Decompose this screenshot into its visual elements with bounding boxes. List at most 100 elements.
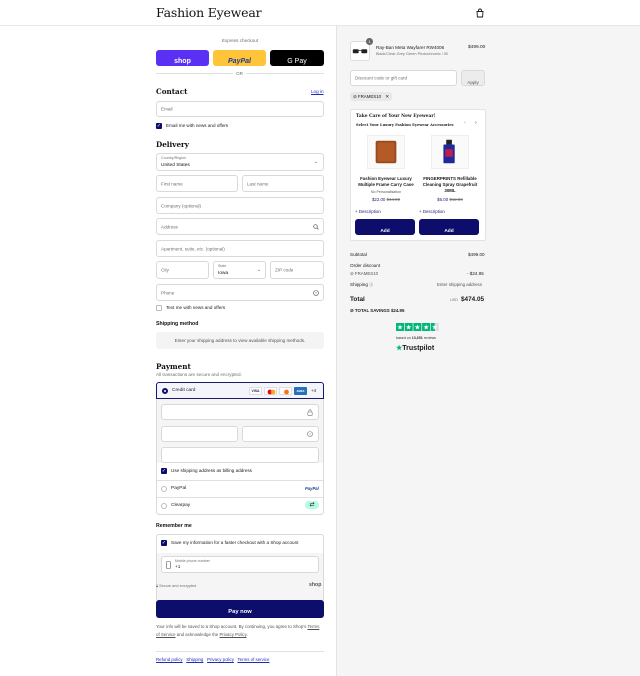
apartment-field[interactable]: Apartment, suite, etc. (optional) (156, 240, 324, 257)
cleaning-spray-image (431, 135, 469, 169)
mobile-phone-icon (166, 561, 171, 569)
mobile-phone-field[interactable]: Mobile phone number +1 (161, 556, 319, 573)
shop-pay-button[interactable]: shop (156, 50, 209, 66)
upsell-item-name: FINGERPRINTS Refillable Cleaning Spray G… (422, 176, 478, 193)
upsell-title: Take Care of Your New Eyewear! (356, 114, 436, 119)
country-select[interactable]: Country/Region United States ⌄ (156, 153, 324, 171)
state-select[interactable]: State Iowa ⌄ (213, 261, 266, 279)
more-cards-count: +4 (311, 388, 317, 393)
help-icon[interactable]: ? (313, 290, 319, 296)
terms-of-service-link[interactable]: Terms of service (237, 657, 269, 662)
order-discount-label: Order discount (350, 263, 381, 268)
svg-text:★: ★ (432, 324, 438, 331)
shopping-bag-icon[interactable] (475, 8, 485, 18)
company-field[interactable]: Company (optional) (156, 197, 324, 214)
billing-checkbox[interactable]: ✓ (161, 468, 167, 474)
payment-heading: Payment (156, 362, 191, 371)
upsell-item-variant: No Personalisation (370, 190, 402, 194)
apply-button[interactable]: Apply (461, 70, 485, 86)
text-offers-checkbox[interactable] (156, 305, 162, 311)
description-toggle[interactable]: + Description (419, 209, 445, 214)
shipping-link[interactable]: Shipping (186, 657, 203, 662)
trustpilot-logo[interactable]: ★Trustpilot (396, 344, 434, 352)
help-icon[interactable]: ⓘ (369, 282, 373, 287)
paypal-express-button[interactable]: PayPal (213, 50, 266, 66)
upsell-box: Take Care of Your New Eyewear! Select Yo… (350, 109, 486, 241)
paypal-option-label[interactable]: PayPal (171, 486, 186, 491)
discount-tag: ⊘ FRAMES10 ✕ (350, 92, 393, 101)
news-label: Email me with news and offers (166, 123, 229, 128)
billing-label: Use shipping address as billing address (171, 468, 252, 473)
svg-text:★: ★ (406, 324, 412, 331)
search-icon (313, 224, 319, 230)
remove-discount-icon[interactable]: ✕ (385, 94, 389, 99)
svg-text:★: ★ (397, 324, 403, 331)
refund-policy-link[interactable]: Refund policy (156, 657, 183, 662)
text-offers-label: Text me with news and offers (166, 305, 226, 310)
privacy-link[interactable]: Privacy Policy (220, 632, 247, 637)
shop-logo: shop (309, 582, 322, 588)
help-icon[interactable]: ? (307, 431, 313, 437)
product-variant: Black/Clear-Grey Green Photochromic / 50 (376, 52, 449, 56)
city-field[interactable]: City (156, 261, 209, 279)
save-info-checkbox[interactable]: ✓ (161, 540, 167, 546)
name-on-card-field[interactable] (161, 447, 319, 463)
chevron-right-icon[interactable]: › (475, 120, 477, 126)
add-cleaning-spray-button[interactable]: Add (419, 219, 479, 235)
paypal-logo: PayPal (305, 486, 319, 491)
first-name-field[interactable]: First name (156, 175, 238, 192)
credit-card-radio[interactable] (162, 388, 168, 394)
shipping-method-heading: Shipping method (156, 321, 199, 327)
shipping-method-placeholder: Enter your shipping address to view avai… (156, 332, 324, 349)
phone-field[interactable]: Phone ? (156, 284, 324, 301)
pay-now-button[interactable]: Pay now (156, 600, 324, 618)
or-divider-label: OR (233, 71, 246, 76)
glasses-icon (352, 49, 368, 54)
security-code-field[interactable]: ? (242, 426, 319, 442)
carry-case-image (367, 135, 405, 169)
privacy-policy-link[interactable]: Privacy policy (207, 657, 234, 662)
lock-icon (307, 409, 313, 416)
amex-icon: AMEX (294, 387, 307, 395)
currency-code: USD (450, 298, 459, 302)
chevron-down-icon: ⌄ (256, 267, 261, 273)
expiration-field[interactable] (161, 426, 238, 442)
order-discount-code: ⊘ FRAMES10 (350, 271, 379, 276)
express-checkout-label: Express checkout (221, 38, 259, 43)
zip-field[interactable]: ZIP code (270, 261, 324, 279)
delivery-heading: Delivery (156, 140, 189, 149)
last-name-field[interactable]: Last name (242, 175, 324, 192)
description-toggle[interactable]: + Description (355, 209, 381, 214)
add-carry-case-button[interactable]: Add (355, 219, 415, 235)
clearpay-logo-icon: ⇄ (305, 501, 319, 509)
discount-code-field[interactable]: Discount code or gift card (350, 70, 457, 86)
store-logo[interactable]: Fashion Eyewear (156, 5, 262, 20)
google-pay-button[interactable]: G Pay (270, 50, 324, 66)
total-value: $474.05 (461, 296, 485, 303)
subtotal-label: Subtotal (350, 252, 367, 257)
footer-links: Refund policy Shipping Privacy policy Te… (156, 657, 269, 662)
clearpay-radio[interactable] (161, 503, 167, 509)
news-checkbox[interactable]: ✓ (156, 123, 162, 129)
divider (156, 651, 324, 652)
upsell-item-price: $22.00 $44.00 (371, 197, 401, 202)
checkout-form: Express checkout shop PayPal G Pay OR Co… (0, 26, 336, 676)
payment-subtitle: All transactions are secure and encrypte… (156, 372, 242, 377)
login-link[interactable]: Log in (311, 89, 324, 94)
email-field[interactable]: Email (156, 101, 324, 117)
mastercard-icon (264, 387, 277, 395)
divider (157, 497, 323, 498)
credit-card-option[interactable]: Credit card VISA AMEX +4 (156, 382, 324, 399)
chevron-left-icon[interactable]: ‹ (464, 120, 466, 126)
paypal-radio[interactable] (161, 486, 167, 492)
shipping-label: Shipping ⓘ (350, 282, 374, 287)
chevron-down-icon: ⌄ (313, 159, 318, 165)
svg-text:?: ? (315, 291, 317, 295)
clearpay-option-label[interactable]: Clearpay (171, 503, 190, 508)
address-field[interactable]: Address (156, 218, 324, 235)
plus-icon: + (419, 209, 422, 214)
total-savings: ⊘ TOTAL SAVINGS $24.95 (350, 308, 405, 313)
shop-disclaimer: Your info will be saved to a Shop accoun… (156, 624, 320, 637)
card-number-field[interactable] (161, 404, 319, 420)
discover-icon (279, 387, 292, 395)
